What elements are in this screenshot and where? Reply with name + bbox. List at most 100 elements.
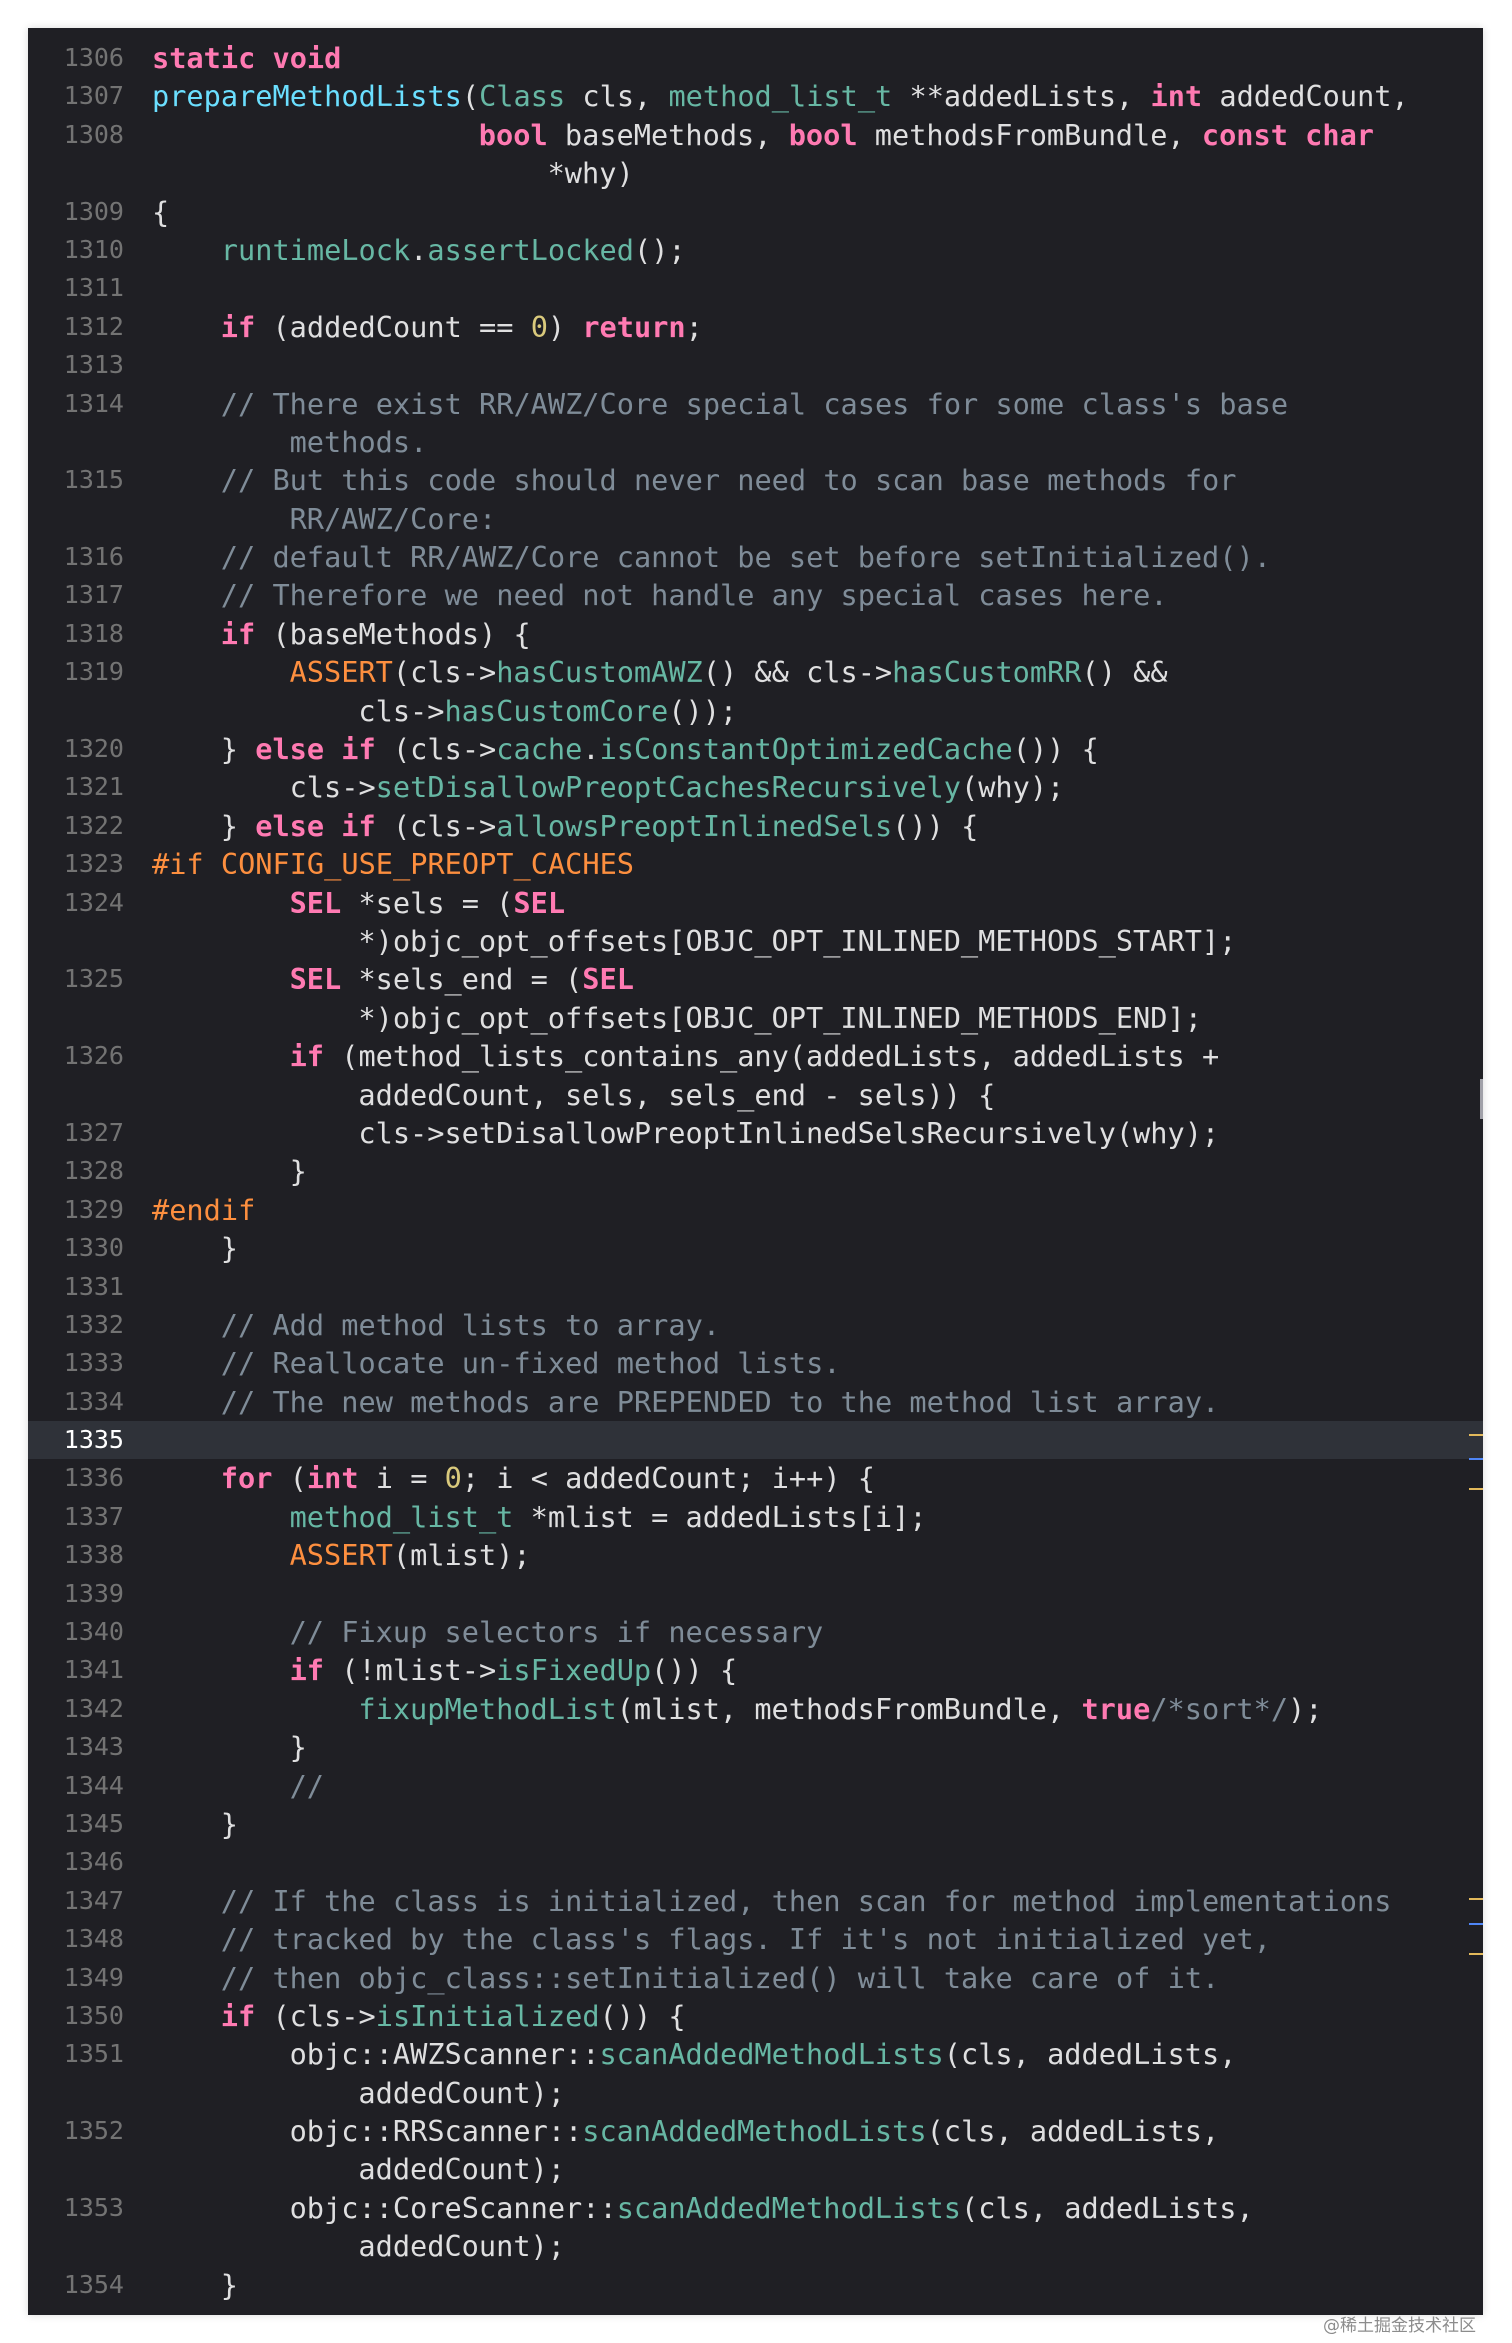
code-line[interactable]: methods. (28, 423, 1483, 461)
line-number: 1307 (63, 81, 124, 111)
code-token: **addedLists, (892, 79, 1151, 114)
code-line[interactable]: 1332 // Add method lists to array. (28, 1306, 1483, 1344)
code-text: RR/AWZ/Core: (290, 500, 497, 538)
code-line[interactable]: 1321 cls->setDisallowPreoptCachesRecursiv… (28, 768, 1483, 806)
line-number: 1324 (63, 887, 124, 917)
code-token: assertLocked (427, 232, 634, 267)
code-text: cls->setDisallowPreoptInlinedSelsRecursi… (358, 1114, 1219, 1152)
code-line[interactable]: 1349 // then objc_class::setInitialized()… (28, 1959, 1483, 1997)
code-line[interactable]: 1311 (28, 269, 1483, 307)
code-line[interactable]: addedCount); (28, 2150, 1483, 2188)
code-line[interactable]: 1310 runtimeLock.assertLocked(); (28, 231, 1483, 269)
code-text: method_list_t *mlist = addedLists[i]; (290, 1498, 927, 1536)
code-line[interactable]: 1333 // Reallocate un-fixed method lists. (28, 1344, 1483, 1382)
code-line[interactable]: 1308 bool baseMethods, bool methodsFromBu… (28, 116, 1483, 154)
code-line[interactable]: 1327 cls->setDisallowPreoptInlinedSelsRec… (28, 1114, 1483, 1152)
code-line[interactable]: 1352 objc::RRScanner::scanAddedMethodList… (28, 2112, 1483, 2150)
code-text: SEL *sels_end = (SEL (290, 960, 634, 998)
code-line[interactable]: 1318 if (baseMethods) { (28, 615, 1483, 653)
code-line[interactable]: 1315 // But this code should never need t… (28, 461, 1483, 499)
code-token: ()) { (599, 1998, 686, 2033)
code-token: cls, (565, 79, 669, 114)
line-number: 1318 (63, 618, 124, 648)
code-line[interactable]: *)objc_opt_offsets[OBJC_OPT_INLINED_METH… (28, 999, 1483, 1037)
code-line[interactable]: 1325 SEL *sels_end = (SEL (28, 960, 1483, 998)
code-line[interactable]: 1309 { (28, 193, 1483, 231)
code-line[interactable]: *)objc_opt_offsets[OBJC_OPT_INLINED_METH… (28, 922, 1483, 960)
code-text: if (!mlist->isFixedUp()) { (290, 1651, 738, 1689)
code-line[interactable]: 1312 if (addedCount == 0) return; (28, 308, 1483, 346)
code-line[interactable]: 1346 (28, 1843, 1483, 1881)
code-token: SEL (582, 962, 634, 997)
code-lines[interactable]: 1306 static void 1307 prepareMethodLists(Cl… (28, 39, 1483, 2304)
code-line[interactable]: *why) (28, 154, 1483, 192)
code-token: *)objc_opt_offsets[OBJC_OPT_INLINED_METH… (358, 1000, 1202, 1035)
code-line[interactable]: 1336 for (int i = 0; i < addedCount; i++)… (28, 1459, 1483, 1497)
code-line[interactable]: 1313 (28, 346, 1483, 384)
line-number: 1315 (63, 465, 124, 495)
line-number: 1311 (63, 273, 124, 303)
code-line[interactable]: 1316 // default RR/AWZ/Core cannot be set… (28, 538, 1483, 576)
line-number: 1327 (63, 1117, 124, 1147)
code-line[interactable]: cls->hasCustomCore()); (28, 692, 1483, 730)
code-text: addedCount); (358, 2074, 565, 2112)
code-token: } (220, 732, 256, 767)
code-line[interactable]: 1331 (28, 1268, 1483, 1306)
scrollbar-thumb[interactable] (1471, 1079, 1483, 1119)
code-token: 0 (530, 309, 548, 344)
code-line[interactable]: 1328} (28, 1152, 1483, 1190)
code-text: } else if (cls->allowsPreoptInlinedSels(… (221, 807, 979, 845)
code-text: // tracked by the class's flags. If it's… (221, 1920, 1271, 1958)
code-token: else if (255, 808, 376, 843)
code-line[interactable]: 1323 #if CONFIG_USE_PREOPT_CACHES (28, 845, 1483, 883)
code-text: cls->setDisallowPreoptCachesRecursively(… (290, 768, 1065, 806)
code-line[interactable]: 1326 if (method_lists_contains_any(addedL… (28, 1037, 1483, 1075)
code-token: ; i < addedCount; i++) { (461, 1461, 876, 1496)
code-line[interactable]: 1342 fixupMethodList(mlist, methodsFromBu… (28, 1690, 1483, 1728)
code-line[interactable]: 1343} (28, 1728, 1483, 1766)
code-line[interactable]: addedCount, sels, sels_end - sels)) { (28, 1076, 1483, 1114)
code-line[interactable]: 1317 // Therefore we need not handle any … (28, 576, 1483, 614)
code-line[interactable]: 1307 prepareMethodLists(Class cls, method… (28, 77, 1483, 115)
code-editor[interactable]: 1306 static void 1307 prepareMethodLists(Cl… (28, 28, 1483, 2315)
code-text: #endif (152, 1191, 255, 1229)
line-number: 1314 (63, 388, 124, 418)
code-token: addedCount, sels, sels_end - sels)) { (358, 1077, 996, 1112)
code-line[interactable]: 1320} else if (cls->cache.isConstantOpti… (28, 730, 1483, 768)
code-token: (method_lists_contains_any(addedLists, a… (324, 1039, 1220, 1074)
code-line[interactable]: addedCount); (28, 2227, 1483, 2265)
code-text: prepareMethodLists(Class cls, method_lis… (152, 77, 1409, 115)
code-line[interactable]: 1348 // tracked by the class's flags. If … (28, 1920, 1483, 1958)
code-line[interactable]: 1337 method_list_t *mlist = addedLists[i]… (28, 1498, 1483, 1536)
code-line[interactable]: 1351 objc::AWZScanner::scanAddedMethodLis… (28, 2035, 1483, 2073)
code-line[interactable]: 1335 (28, 1421, 1483, 1460)
code-token: (cls-> (392, 655, 497, 690)
code-line[interactable]: 1353 objc::CoreScanner::scanAddedMethodLi… (28, 2189, 1483, 2227)
code-line[interactable]: 1354} (28, 2266, 1483, 2304)
code-token: prepareMethodLists (152, 79, 462, 114)
code-token: scanAddedMethodLists (599, 2037, 944, 2072)
code-line[interactable]: 1338 ASSERT(mlist); (28, 1536, 1483, 1574)
code-line[interactable]: 1306 static void (28, 39, 1483, 77)
code-line[interactable]: addedCount); (28, 2074, 1483, 2112)
code-line[interactable]: 1334 // The new methods are PREPENDED to … (28, 1383, 1483, 1421)
code-line[interactable]: RR/AWZ/Core: (28, 500, 1483, 538)
code-token: #if CONFIG_USE_PREOPT_CACHES (152, 847, 635, 882)
code-line[interactable]: 1329 #endif (28, 1191, 1483, 1229)
code-line[interactable]: 1314 // There exist RR/AWZ/Core special c… (28, 385, 1483, 423)
code-line[interactable]: 1324 SEL *sels = (SEL (28, 884, 1483, 922)
code-line[interactable]: 1339 (28, 1575, 1483, 1613)
code-line[interactable]: 1345} (28, 1805, 1483, 1843)
code-token: // If the class is initialized, then sca… (220, 1883, 1392, 1918)
code-line[interactable]: 1330} (28, 1229, 1483, 1267)
code-line[interactable]: 1341 if (!mlist->isFixedUp()) { (28, 1651, 1483, 1689)
code-line[interactable]: 1322} else if (cls->allowsPreoptInlinedS… (28, 807, 1483, 845)
code-token: fixupMethodList (358, 1691, 617, 1726)
code-token: static void (152, 41, 342, 75)
code-line[interactable]: 1340 // Fixup selectors if necessary (28, 1613, 1483, 1651)
code-token: ) (547, 309, 583, 344)
code-line[interactable]: 1344 // (28, 1767, 1483, 1805)
code-line[interactable]: 1347 // If the class is initialized, then… (28, 1882, 1483, 1920)
code-line[interactable]: 1350 if (cls->isInitialized()) { (28, 1997, 1483, 2035)
code-line[interactable]: 1319 ASSERT(cls->hasCustomAWZ() && cls->h… (28, 653, 1483, 691)
